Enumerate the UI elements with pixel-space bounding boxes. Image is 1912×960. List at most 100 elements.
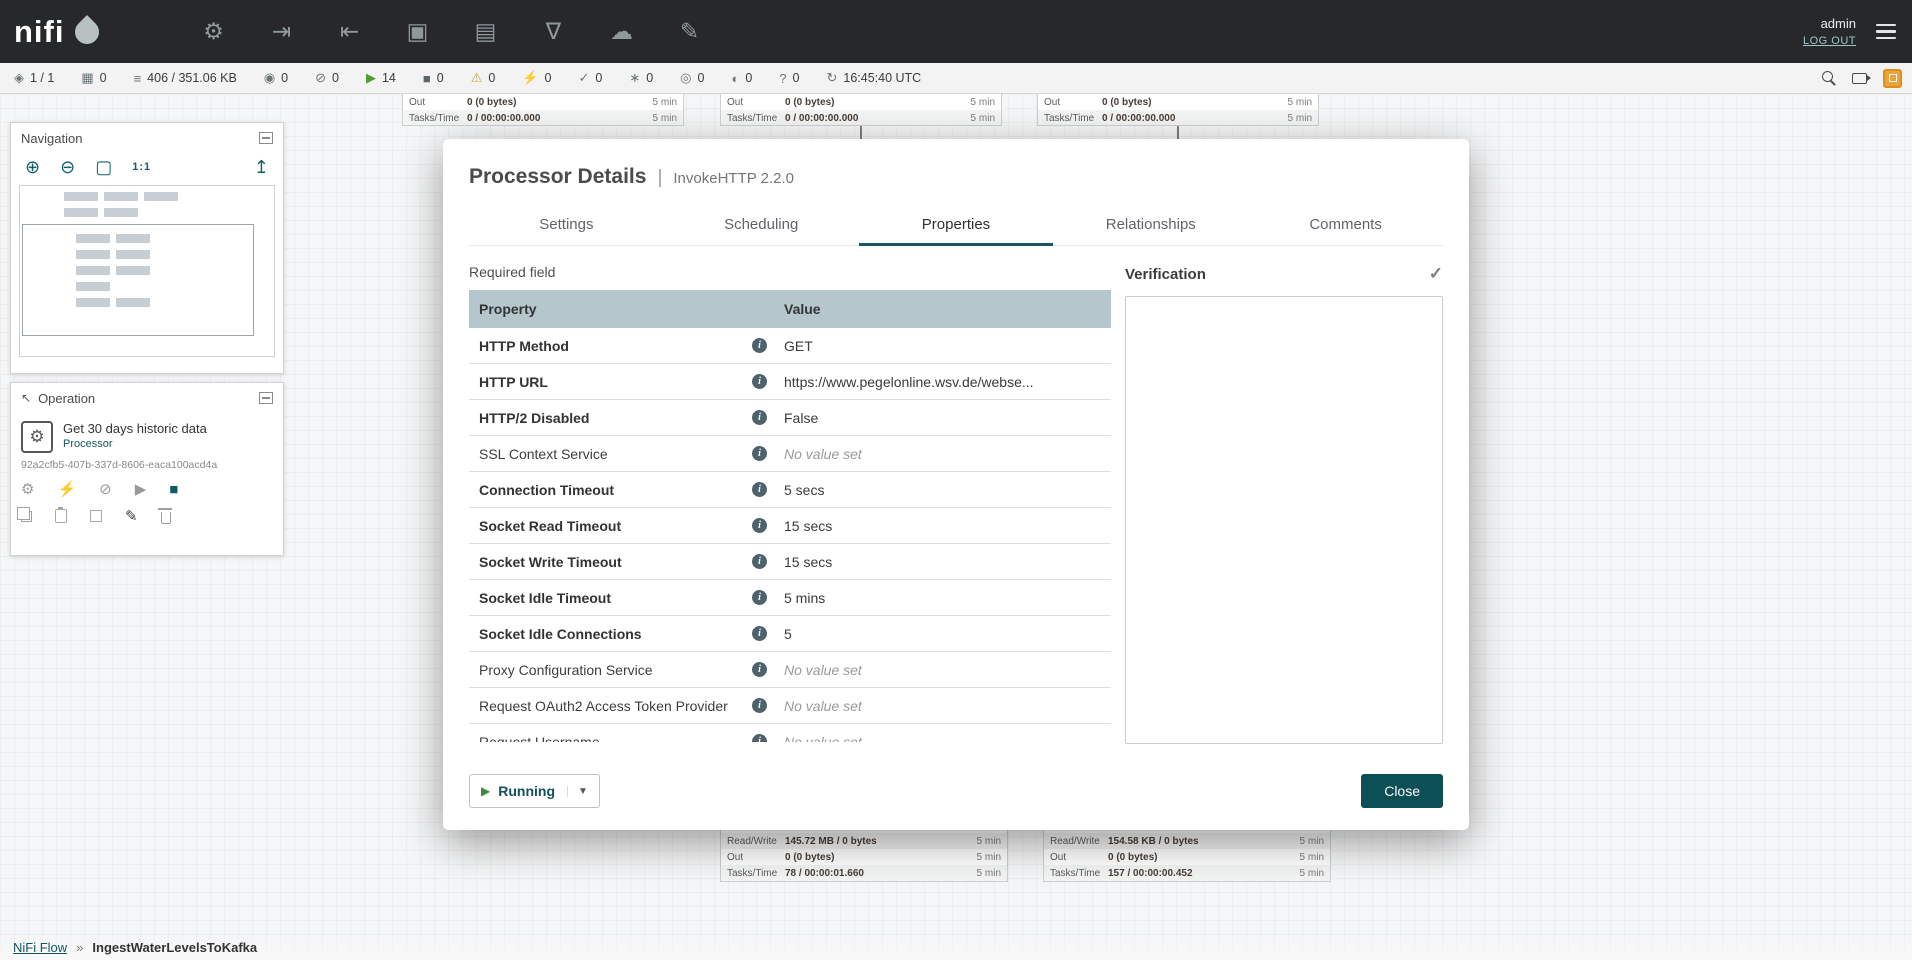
output-port-icon[interactable]: ⇤ (331, 13, 369, 51)
property-name: HTTP/2 Disabled (479, 410, 589, 426)
info-icon[interactable]: i (752, 626, 767, 641)
value-column-header: Value (772, 301, 1111, 317)
processor-stats-top-3[interactable]: Out0 (0 bytes)5 min Tasks/Time0 / 00:00:… (1037, 93, 1319, 126)
delete-icon[interactable] (161, 512, 171, 524)
not-transmitting-count: 0 (332, 71, 339, 85)
table-row: Request UsernameiNo value set (469, 724, 1111, 742)
disabled-icon: ⚡ (522, 70, 538, 86)
stale-icon: ◎ (680, 70, 691, 86)
table-row: HTTP MethodiGET (469, 328, 1111, 364)
tab-settings[interactable]: Settings (469, 205, 664, 245)
collapse-icon[interactable] (259, 132, 273, 144)
remote-process-group-icon[interactable]: ☁ (603, 13, 641, 51)
processor-stats-top-2[interactable]: Out0 (0 bytes)5 min Tasks/Time0 / 00:00:… (720, 93, 1002, 126)
stat-window: 5 min (1300, 836, 1324, 847)
info-icon[interactable]: i (752, 734, 767, 742)
global-menu-icon[interactable] (1872, 20, 1900, 44)
zoom-out-icon[interactable]: ⊖ (60, 158, 75, 176)
zoom-actual-icon[interactable]: 1:1 (132, 162, 151, 173)
info-icon[interactable]: i (752, 374, 767, 389)
info-icon[interactable]: i (752, 482, 767, 497)
stat-window: 5 min (1300, 852, 1324, 863)
collapse-icon[interactable] (259, 392, 273, 404)
funnel-icon[interactable]: ∇ (535, 13, 573, 51)
nifi-logo: nifi (14, 14, 99, 50)
minimap[interactable] (19, 185, 275, 357)
stat-window: 5 min (977, 868, 1001, 879)
flow-import-icon[interactable]: ▤ (467, 13, 505, 51)
table-row: Proxy Configuration ServiceiNo value set (469, 652, 1111, 688)
info-icon[interactable]: i (752, 410, 767, 425)
info-icon[interactable]: i (752, 554, 767, 569)
label-icon[interactable]: ✎ (671, 13, 709, 51)
table-row: Socket Write Timeouti15 secs (469, 544, 1111, 580)
sync-failure-status: ?0 (779, 71, 799, 86)
stat-value: 0 (0 bytes) (1102, 97, 1288, 108)
property-value: No value set (772, 698, 1111, 714)
stat-label: Tasks/Time (727, 113, 785, 124)
breadcrumb-root-link[interactable]: NiFi Flow (13, 940, 67, 955)
dialog-subtitle: InvokeHTTP 2.2.0 (673, 170, 794, 187)
stat-window: 5 min (971, 97, 995, 108)
start-icon[interactable]: ▶ (135, 482, 147, 497)
close-button[interactable]: Close (1361, 774, 1443, 808)
queued-icon: ≡ (134, 71, 142, 86)
stat-value: 0 / 00:00:00.000 (1102, 113, 1288, 124)
input-port-icon[interactable]: ⇥ (263, 13, 301, 51)
property-name: Socket Idle Connections (479, 626, 642, 642)
stat-window: 5 min (653, 113, 677, 124)
copy-icon[interactable] (21, 511, 32, 522)
flow-analysis-indicator-icon[interactable] (1883, 69, 1902, 88)
disable-icon[interactable]: ⊘ (99, 482, 112, 497)
info-icon[interactable]: i (752, 446, 767, 461)
sync-failure-count: 0 (793, 71, 800, 85)
running-icon: ▶ (366, 70, 376, 86)
tab-properties[interactable]: Properties (859, 205, 1054, 245)
properties-table: Property Value HTTP MethodiGET HTTP URLi… (469, 290, 1111, 742)
info-icon[interactable]: i (752, 698, 767, 713)
enable-icon[interactable]: ⚡ (57, 482, 76, 497)
invalid-count: 0 (488, 71, 495, 85)
property-name: Socket Write Timeout (479, 554, 622, 570)
tab-scheduling[interactable]: Scheduling (664, 205, 859, 245)
not-transmitting-status: ⊘0 (315, 70, 339, 86)
tab-relationships[interactable]: Relationships (1053, 205, 1248, 245)
process-group-icon[interactable]: ▣ (399, 13, 437, 51)
property-value: 15 secs (772, 518, 1111, 534)
refresh-icon[interactable]: ↻ (826, 70, 837, 86)
tab-comments[interactable]: Comments (1248, 205, 1443, 245)
search-icon[interactable] (1822, 71, 1836, 85)
selected-component-name: Get 30 days historic data (63, 421, 207, 436)
info-icon[interactable]: i (752, 518, 767, 533)
running-status: ▶14 (366, 70, 396, 86)
breadcrumb-current: IngestWaterLevelsToKafka (92, 940, 257, 955)
property-name: Socket Idle Timeout (479, 590, 611, 606)
info-icon[interactable]: i (752, 590, 767, 605)
paste-icon[interactable] (55, 509, 67, 523)
zoom-in-icon[interactable]: ⊕ (25, 158, 40, 176)
navigate-up-icon[interactable]: ↥ (254, 158, 269, 176)
zoom-fit-icon[interactable]: ▢ (95, 158, 112, 176)
group-icon[interactable] (90, 510, 102, 522)
logout-link[interactable]: LOG OUT (1803, 33, 1856, 50)
stop-icon[interactable]: ■ (169, 482, 178, 497)
camera-icon[interactable] (1852, 73, 1867, 84)
processor-stats-top-1[interactable]: Out0 (0 bytes)5 min Tasks/Time0 / 00:00:… (402, 93, 684, 126)
cluster-count: 1 / 1 (30, 71, 54, 85)
run-state-button[interactable]: ▶ Running ▼ (469, 774, 600, 808)
stat-label: Read/Write (727, 836, 785, 847)
breadcrumb-separator: » (76, 940, 83, 955)
invalid-icon: ⚠ (471, 70, 483, 86)
stat-window: 5 min (1300, 868, 1324, 879)
processor-icon[interactable]: ⚙ (195, 13, 233, 51)
configure-icon[interactable]: ⚙ (21, 482, 34, 497)
property-column-header: Property (469, 301, 772, 317)
property-name: Request OAuth2 Access Token Provider (479, 698, 728, 714)
info-icon[interactable]: i (752, 662, 767, 677)
verify-properties-icon[interactable]: ✓ (1429, 264, 1443, 284)
fill-color-icon[interactable]: ✎ (125, 509, 138, 524)
stat-window: 5 min (653, 97, 677, 108)
property-value: False (772, 410, 1111, 426)
info-icon[interactable]: i (752, 338, 767, 353)
table-row: Request OAuth2 Access Token Provider i No … (469, 688, 1111, 724)
